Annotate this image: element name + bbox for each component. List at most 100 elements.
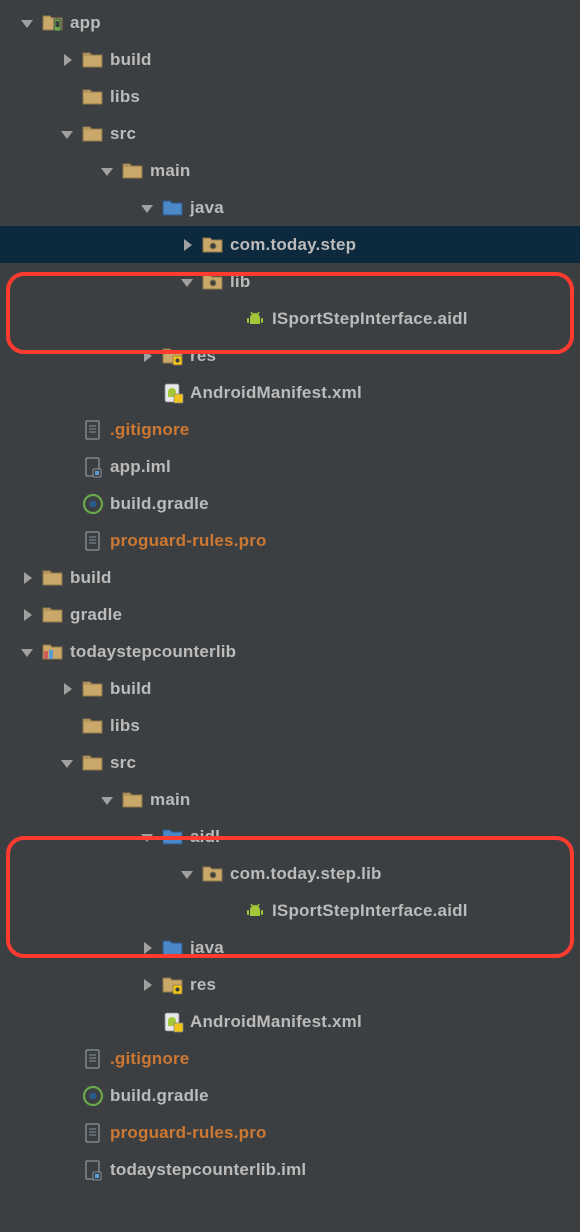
tree-item-root-gradle[interactable]: gradle [0,596,580,633]
expand-toggle-icon[interactable] [178,236,196,254]
folder-icon [82,86,104,108]
tree-label: com.today.step [230,235,356,255]
tree-label: lib [230,272,250,292]
tree-item-iml[interactable]: app.iml [0,448,580,485]
expand-toggle-icon[interactable] [98,791,116,809]
tree-label: main [150,790,190,810]
tree-item-build-gradle[interactable]: build.gradle [0,485,580,522]
tree-label: libs [110,716,140,736]
folder-icon [122,789,144,811]
tree-item-aidl-file[interactable]: ISportStepInterface.aidl [0,300,580,337]
manifest-icon [162,1011,184,1033]
res-folder-icon [162,974,184,996]
tree-label: AndroidManifest.xml [190,1012,362,1032]
tree-item-package[interactable]: com.today.step.lib [0,855,580,892]
tree-label: libs [110,87,140,107]
expand-toggle-icon[interactable] [58,51,76,69]
expand-toggle-icon[interactable] [58,125,76,143]
tree-item-gitignore[interactable]: .gitignore [0,411,580,448]
tree-item-java[interactable]: java [0,189,580,226]
expand-toggle-icon[interactable] [18,643,36,661]
package-icon [202,863,224,885]
folder-icon [82,715,104,737]
tree-item-package[interactable]: com.today.step [0,226,580,263]
expand-toggle-icon[interactable] [98,162,116,180]
text-file-icon [82,1048,104,1070]
tree-item-proguard[interactable]: proguard-rules.pro [0,1114,580,1151]
package-icon [202,271,224,293]
expand-toggle-icon[interactable] [138,976,156,994]
tree-item-libs[interactable]: libs [0,78,580,115]
expand-toggle-icon[interactable] [138,347,156,365]
tree-label: src [110,124,136,144]
tree-item-lib-module[interactable]: todaystepcounterlib [0,633,580,670]
tree-label: AndroidManifest.xml [190,383,362,403]
expand-toggle-icon[interactable] [138,199,156,217]
expand-toggle-icon[interactable] [18,606,36,624]
tree-item-root-build[interactable]: build [0,559,580,596]
tree-label: build [70,568,112,588]
tree-item-aidl-file[interactable]: ISportStepInterface.aidl [0,892,580,929]
folder-icon [82,752,104,774]
tree-label: gradle [70,605,122,625]
package-icon [202,234,224,256]
tree-label: app.iml [110,457,171,477]
expand-toggle-icon[interactable] [138,939,156,957]
tree-item-main[interactable]: main [0,152,580,189]
expand-toggle-icon[interactable] [58,754,76,772]
tree-label: build.gradle [110,1086,209,1106]
tree-label: .gitignore [110,420,189,440]
res-folder-icon [162,345,184,367]
tree-item-java[interactable]: java [0,929,580,966]
tree-label: com.today.step.lib [230,864,382,884]
expand-toggle-icon[interactable] [18,14,36,32]
tree-label: main [150,161,190,181]
tree-item-build[interactable]: build [0,670,580,707]
gradle-icon [82,493,104,515]
tree-item-lib-pkg[interactable]: lib [0,263,580,300]
text-file-icon [82,1122,104,1144]
tree-label: proguard-rules.pro [110,1123,267,1143]
tree-label: java [190,938,224,958]
expand-toggle-icon[interactable] [178,273,196,291]
tree-label: build [110,50,152,70]
tree-item-proguard[interactable]: proguard-rules.pro [0,522,580,559]
expand-toggle-icon[interactable] [58,680,76,698]
expand-toggle-icon[interactable] [178,865,196,883]
tree-item-gitignore[interactable]: .gitignore [0,1040,580,1077]
tree-item-src[interactable]: src [0,744,580,781]
source-folder-icon [162,826,184,848]
tree-label: .gitignore [110,1049,189,1069]
tree-label: ISportStepInterface.aidl [272,309,468,329]
tree-item-main[interactable]: main [0,781,580,818]
source-folder-icon [162,937,184,959]
tree-item-build[interactable]: build [0,41,580,78]
folder-icon [82,678,104,700]
manifest-icon [162,382,184,404]
folder-icon [82,49,104,71]
tree-label: java [190,198,224,218]
tree-item-res[interactable]: res [0,966,580,1003]
source-folder-icon [162,197,184,219]
tree-item-iml[interactable]: todaystepcounterlib.iml [0,1151,580,1188]
tree-item-src[interactable]: src [0,115,580,152]
text-file-icon [82,419,104,441]
tree-label: aidl [190,827,220,847]
library-module-icon [42,641,64,663]
iml-file-icon [82,1159,104,1181]
iml-file-icon [82,456,104,478]
tree-item-libs[interactable]: libs [0,707,580,744]
expand-toggle-icon[interactable] [18,569,36,587]
tree-item-manifest[interactable]: AndroidManifest.xml [0,374,580,411]
tree-label: app [70,13,101,33]
expand-toggle-icon[interactable] [138,828,156,846]
tree-item-aidl-folder[interactable]: aidl [0,818,580,855]
tree-item-build-gradle[interactable]: build.gradle [0,1077,580,1114]
tree-item-res[interactable]: res [0,337,580,374]
project-tree[interactable]: app build libs src main java com.today.s… [0,0,580,1188]
tree-item-manifest[interactable]: AndroidManifest.xml [0,1003,580,1040]
tree-label: res [190,975,216,995]
folder-icon [42,567,64,589]
tree-item-app[interactable]: app [0,4,580,41]
tree-label: src [110,753,136,773]
